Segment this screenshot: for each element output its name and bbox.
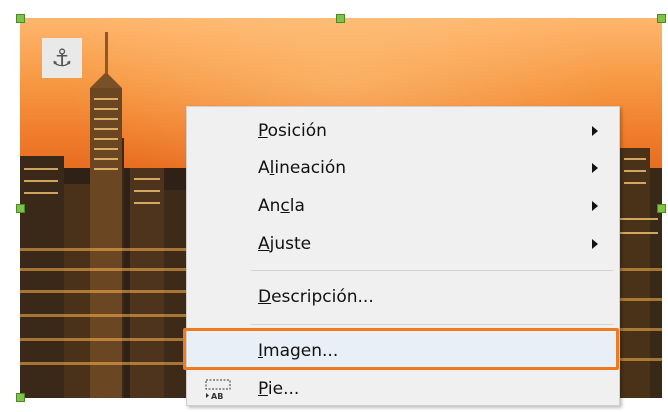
menu-item-ajuste[interactable]: Ajuste	[187, 226, 619, 262]
resize-handle-top[interactable]	[336, 14, 345, 23]
menu-item-label: Pie...	[258, 379, 300, 399]
submenu-arrow-icon	[592, 126, 598, 136]
insert-caption-icon-text: AB	[211, 392, 223, 401]
resize-handle-top-left[interactable]	[16, 14, 25, 23]
menu-item-ancla[interactable]: Ancla	[187, 188, 619, 224]
menu-item-label: Descripción...	[258, 287, 374, 307]
submenu-arrow-icon	[592, 201, 598, 211]
menu-separator	[251, 324, 613, 325]
insert-caption-icon: AB	[205, 379, 231, 401]
menu-item-label: Posición	[258, 121, 327, 141]
resize-handle-right[interactable]	[657, 204, 666, 213]
resize-handle-left[interactable]	[16, 204, 25, 213]
submenu-arrow-icon	[592, 163, 598, 173]
resize-handle-top-right[interactable]	[657, 14, 666, 23]
menu-item-pie[interactable]: AB Pie...	[187, 371, 619, 407]
menu-separator	[251, 270, 613, 271]
menu-item-label: Alineación	[258, 158, 346, 178]
submenu-arrow-icon	[592, 239, 598, 249]
resize-handle-bottom-left[interactable]	[16, 393, 25, 402]
menu-item-label: Ancla	[258, 196, 305, 216]
menu-item-posicion[interactable]: Posición	[187, 113, 619, 149]
menu-item-descripcion[interactable]: Descripción...	[187, 279, 619, 315]
menu-item-alineacion[interactable]: Alineación	[187, 150, 619, 186]
anchor-icon[interactable]: ⚓	[42, 38, 82, 78]
menu-item-label: Ajuste	[258, 234, 312, 254]
highlight-outline	[183, 328, 619, 370]
